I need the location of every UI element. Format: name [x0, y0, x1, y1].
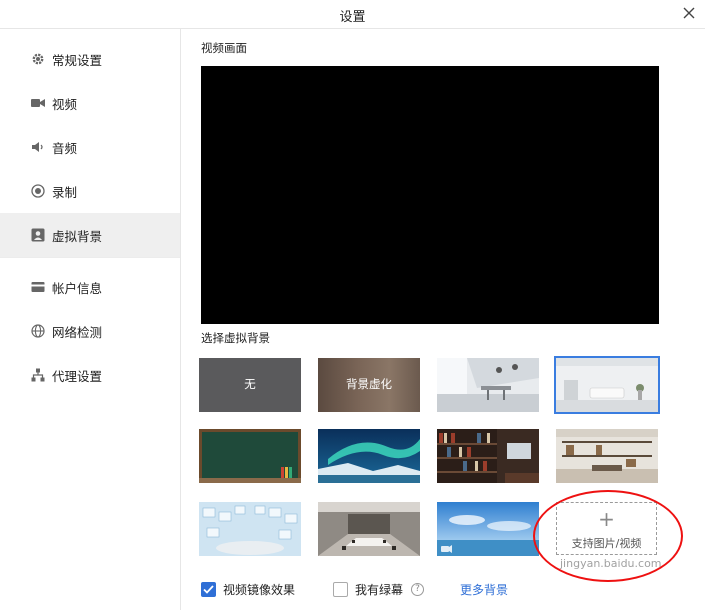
network-tree-icon	[30, 367, 46, 383]
preview-label: 视频画面	[201, 41, 247, 55]
background-option-sky-sea[interactable]	[437, 502, 539, 556]
sidebar-item-label: 虚拟背景	[52, 228, 103, 244]
sidebar-item-account[interactable]: 帐户信息	[0, 265, 180, 309]
sidebar-item-general[interactable]: 常规设置	[0, 37, 180, 81]
camera-icon	[30, 95, 46, 111]
sidebar-item-label: 视频	[52, 96, 78, 112]
background-option-cubes[interactable]	[199, 502, 301, 556]
background-option-label: 无	[244, 377, 256, 391]
sidebar: 常规设置 视频 音频 录制 虚拟背景 帐户信息 网络检测 代理设置	[0, 29, 181, 610]
sidebar-item-label: 音频	[52, 140, 78, 156]
sidebar-item-audio[interactable]: 音频	[0, 125, 180, 169]
card-icon	[30, 279, 46, 295]
record-icon	[30, 183, 46, 199]
sidebar-item-label: 常规设置	[52, 52, 103, 68]
background-option-office-bright[interactable]	[437, 358, 539, 412]
background-option-none[interactable]: 无	[199, 358, 301, 412]
speaker-icon	[30, 139, 46, 155]
sidebar-item-label: 录制	[52, 184, 78, 200]
sidebar-item-label: 网络检测	[52, 324, 103, 340]
mirror-checkbox[interactable]	[201, 581, 216, 597]
window-title: 设置	[339, 10, 366, 25]
sidebar-item-network[interactable]: 网络检测	[0, 309, 180, 353]
background-option-bookshelf[interactable]	[437, 429, 539, 483]
help-icon[interactable]: ?	[411, 582, 425, 596]
sidebar-item-label: 帐户信息	[52, 280, 103, 296]
background-option-chalkboard[interactable]	[199, 429, 301, 483]
sidebar-item-record[interactable]: 录制	[0, 169, 180, 213]
more-backgrounds-link[interactable]: 更多背景	[460, 581, 508, 598]
title-bar: 设置	[0, 0, 705, 29]
sidebar-divider	[0, 257, 180, 258]
mirror-option[interactable]: 视频镜像效果	[201, 581, 295, 597]
greenscreen-option[interactable]: 我有绿幕 ?	[333, 581, 425, 597]
sidebar-item-label: 代理设置	[52, 368, 103, 384]
background-option-label: 背景虚化	[346, 377, 392, 391]
person-card-icon	[30, 227, 46, 243]
background-option-aurora[interactable]	[318, 429, 420, 483]
choose-background-label: 选择虚拟背景	[201, 331, 270, 345]
background-option-shelf-room[interactable]	[556, 429, 658, 483]
sidebar-item-virtual-background[interactable]: 虚拟背景	[0, 213, 180, 257]
background-option-living-room[interactable]	[554, 356, 660, 414]
background-option-meeting-room[interactable]	[318, 502, 420, 556]
greenscreen-label: 我有绿幕	[355, 582, 404, 597]
sidebar-item-video[interactable]: 视频	[0, 81, 180, 125]
close-icon[interactable]	[680, 4, 698, 22]
greenscreen-checkbox[interactable]	[333, 581, 348, 597]
video-preview	[201, 66, 659, 324]
mirror-label: 视频镜像效果	[223, 582, 296, 597]
watermark: jingyan.baidu.com	[560, 557, 662, 570]
add-background-button[interactable]: + 支持图片/视频	[556, 502, 657, 555]
globe-icon	[30, 323, 46, 339]
background-option-blur[interactable]: 背景虚化	[318, 358, 420, 412]
plus-icon: +	[598, 507, 615, 531]
add-background-label: 支持图片/视频	[571, 537, 642, 550]
gear-icon	[30, 51, 46, 67]
sidebar-item-proxy[interactable]: 代理设置	[0, 353, 180, 397]
